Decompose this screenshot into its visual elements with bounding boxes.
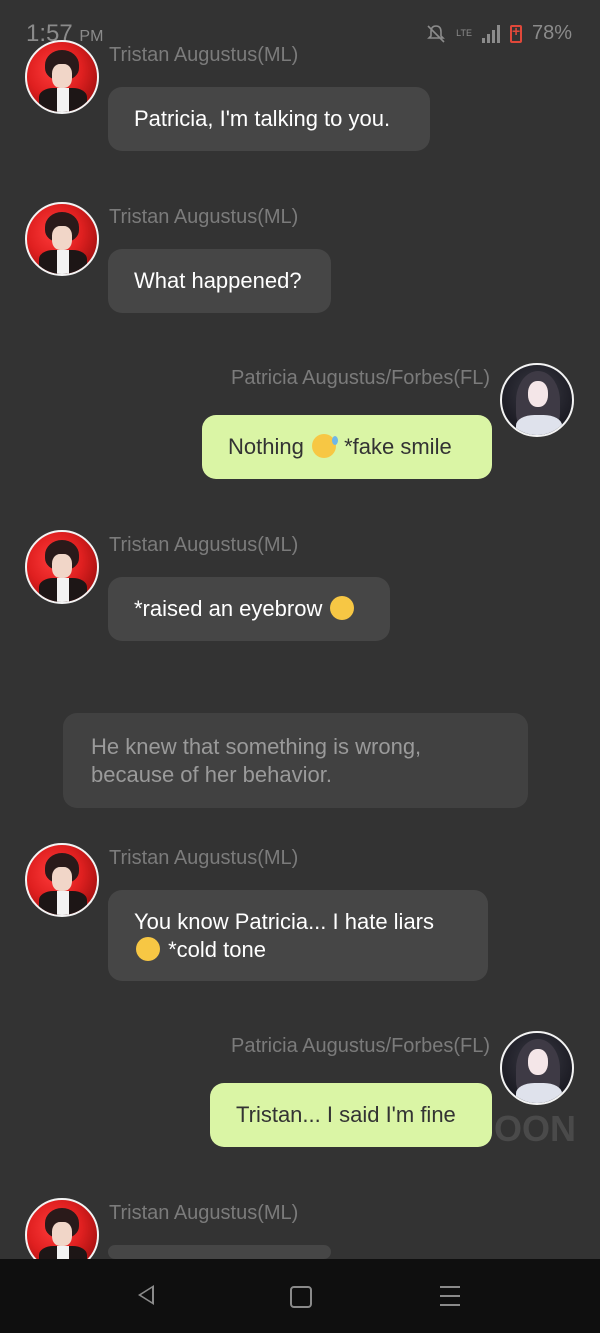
speaker-name: Tristan Augustus(ML) (109, 847, 299, 869)
tristan-avatar[interactable] (25, 530, 99, 604)
message-bubble[interactable]: Tristan... I said I'm fine (210, 1083, 492, 1147)
battery-percent: 78% (531, 22, 572, 44)
speaker-name: Tristan Augustus(ML) (109, 206, 299, 228)
muted-bell-icon (427, 24, 446, 43)
back-icon[interactable] (138, 1285, 154, 1305)
grinning-sweat-emoji-icon (311, 434, 338, 458)
message-bubble[interactable]: *raised an eyebrow (108, 577, 390, 641)
message-text: You know Patricia... I hate liars (134, 909, 435, 934)
message-action: *fake smile (344, 434, 452, 459)
tristan-avatar[interactable] (25, 202, 99, 276)
home-icon[interactable] (290, 1286, 312, 1308)
tristan-avatar[interactable] (25, 843, 99, 917)
speaker-name: Patricia Augustus/Forbes(FL) (231, 1035, 490, 1057)
message-text: What happened? (134, 268, 302, 293)
watermark-logo: OON (494, 1108, 577, 1149)
patricia-avatar[interactable] (500, 1031, 574, 1105)
message-action: *cold tone (168, 937, 266, 962)
message-bubble[interactable]: What happened? (108, 249, 331, 313)
message-bubble[interactable]: Nothing *fake smile (202, 415, 492, 479)
message-text: Nothing (228, 434, 304, 459)
speaker-name: Tristan Augustus(ML) (109, 44, 299, 66)
angry-face-emoji-icon (136, 937, 160, 961)
network-label: LTE (456, 28, 472, 38)
clock-ampm: PM (79, 28, 104, 45)
message-bubble[interactable]: You know Patricia... I hate liars *cold … (108, 890, 488, 981)
system-nav-bar (0, 1259, 600, 1333)
speaker-name: Tristan Augustus(ML) (109, 1202, 299, 1224)
menu-icon[interactable] (440, 1286, 460, 1306)
battery-icon (509, 23, 522, 43)
status-icons: LTE 78% (426, 22, 572, 45)
speaker-name: Patricia Augustus/Forbes(FL) (231, 367, 490, 389)
message-text: *raised an eyebrow (134, 596, 323, 621)
message-bubble[interactable]: Patricia, I'm talking to you. (108, 87, 430, 151)
narration-text: He knew that something is wrong, because… (91, 734, 422, 787)
tristan-avatar[interactable] (25, 40, 99, 114)
message-bubble[interactable] (108, 1245, 331, 1259)
speaker-name: Tristan Augustus(ML) (109, 534, 299, 556)
message-text: Tristan... I said I'm fine (236, 1102, 456, 1127)
narration-box[interactable]: He knew that something is wrong, because… (63, 713, 528, 808)
signal-icon (481, 24, 500, 43)
raised-eyebrow-emoji-icon (330, 596, 355, 620)
message-text: Patricia, I'm talking to you. (134, 106, 391, 131)
patricia-avatar[interactable] (500, 363, 574, 437)
